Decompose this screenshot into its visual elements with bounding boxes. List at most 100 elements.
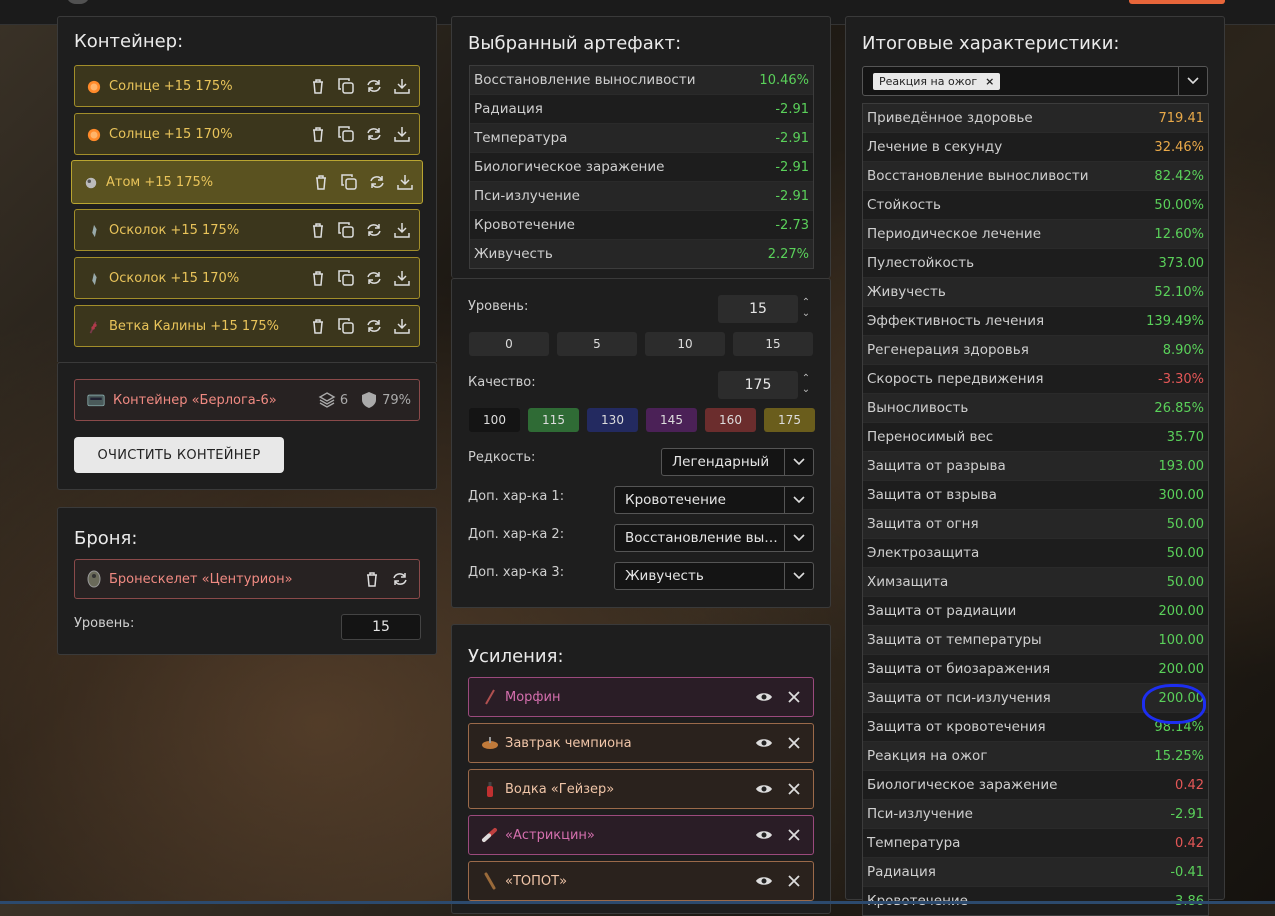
rarity-label: Редкость: <box>468 450 536 465</box>
copy-icon[interactable] <box>337 125 355 143</box>
boost-label: «ТОПОТ» <box>505 873 568 889</box>
trash-icon[interactable] <box>309 269 327 287</box>
copy-icon[interactable] <box>337 317 355 335</box>
stat-value: 200.00 <box>1158 603 1205 619</box>
top-orange-button[interactable] <box>1129 0 1225 4</box>
pill-icon <box>481 826 499 844</box>
stat-name: Защита от огня <box>867 516 979 532</box>
stat-value: 52.10% <box>1154 284 1204 300</box>
quality-button[interactable]: 175 <box>764 408 815 432</box>
boost-item[interactable]: Завтрак чемпиона <box>468 723 814 763</box>
refresh-icon[interactable] <box>365 317 383 335</box>
totals-filter-select[interactable]: Реакция на ожог × <box>862 66 1208 96</box>
quality-input[interactable]: 175 <box>718 371 798 399</box>
stat-value: 0.42 <box>1175 777 1204 793</box>
refresh-icon[interactable] <box>365 269 383 287</box>
eye-icon[interactable] <box>755 688 773 706</box>
trash-icon[interactable] <box>309 125 327 143</box>
container-slot[interactable]: Ветка Калины +15 175% <box>74 305 420 347</box>
quality-button[interactable]: 160 <box>705 408 756 432</box>
artifact-level-stepper[interactable]: ⌃ ⌄ <box>800 297 812 319</box>
extra1-select[interactable]: Кровотечение <box>614 486 814 514</box>
trash-icon[interactable] <box>312 173 330 191</box>
extra2-select[interactable]: Восстановление выносливости <box>614 524 814 552</box>
download-icon[interactable] <box>393 317 411 335</box>
download-icon[interactable] <box>393 77 411 95</box>
stat-value: 193.00 <box>1158 458 1205 474</box>
filter-tag[interactable]: Реакция на ожог × <box>873 72 1001 90</box>
container-item[interactable]: Контейнер «Берлога-6» 6 79% <box>74 379 420 421</box>
eye-icon[interactable] <box>755 826 773 844</box>
close-icon[interactable] <box>785 826 803 844</box>
trash-icon[interactable] <box>363 570 381 588</box>
armor-level-input[interactable]: 15 <box>341 614 421 640</box>
artifact-level-input[interactable]: 15 <box>718 295 798 323</box>
copy-icon[interactable] <box>337 221 355 239</box>
stat-value: 32.46% <box>1154 139 1204 155</box>
level-button[interactable]: 15 <box>733 332 813 356</box>
stat-value: 2.27% <box>767 246 809 262</box>
stat-name: Восстановление выносливости <box>867 168 1089 184</box>
refresh-icon[interactable] <box>391 570 409 588</box>
level-button[interactable]: 5 <box>557 332 637 356</box>
close-icon[interactable] <box>785 780 803 798</box>
quality-button[interactable]: 100 <box>469 408 520 432</box>
stat-value: -2.91 <box>1170 806 1204 822</box>
boost-item[interactable]: «ТОПОТ» <box>468 861 814 901</box>
quality-button[interactable]: 115 <box>528 408 579 432</box>
boost-item[interactable]: «Астрикцин» <box>468 815 814 855</box>
rarity-select[interactable]: Легендарный <box>661 448 814 476</box>
refresh-icon[interactable] <box>365 77 383 95</box>
eye-icon[interactable] <box>755 780 773 798</box>
stick-icon <box>481 872 499 890</box>
trash-icon[interactable] <box>309 317 327 335</box>
eye-icon[interactable] <box>755 734 773 752</box>
quality-button[interactable]: 145 <box>646 408 697 432</box>
quality-stepper[interactable]: ⌃ ⌄ <box>800 373 812 395</box>
boost-actions <box>755 688 803 706</box>
copy-icon[interactable] <box>337 77 355 95</box>
eye-icon[interactable] <box>755 872 773 890</box>
quality-button[interactable]: 130 <box>587 408 638 432</box>
close-icon[interactable] <box>785 734 803 752</box>
stat-row: Радиация -2.91 <box>470 94 813 123</box>
container-info-panel: Контейнер «Берлога-6» 6 79% ОЧИСТИТЬ КОН… <box>57 362 437 490</box>
stat-value: 12.60% <box>1154 226 1204 242</box>
armor-item[interactable]: Бронескелет «Центурион» <box>74 559 420 599</box>
container-slot[interactable]: Атом +15 175% <box>71 160 423 204</box>
refresh-icon[interactable] <box>368 173 386 191</box>
download-icon[interactable] <box>396 173 414 191</box>
level-buttons: 0 5 10 15 <box>469 332 813 356</box>
close-icon[interactable] <box>785 872 803 890</box>
clear-container-button[interactable]: ОЧИСТИТЬ КОНТЕЙНЕР <box>74 437 284 473</box>
slot-label: Атом +15 175% <box>106 174 214 190</box>
slot-label: Солнце +15 175% <box>109 78 233 94</box>
container-slot[interactable]: Солнце +15 175% <box>74 65 420 107</box>
boost-item[interactable]: Морфин <box>468 677 814 717</box>
container-slot[interactable]: Осколок +15 170% <box>74 257 420 299</box>
trash-icon[interactable] <box>309 221 327 239</box>
viburnum-branch-icon <box>87 319 101 334</box>
download-icon[interactable] <box>393 221 411 239</box>
container-slot[interactable]: Осколок +15 175% <box>74 209 420 251</box>
close-icon[interactable] <box>785 688 803 706</box>
close-icon[interactable]: × <box>985 75 994 88</box>
download-icon[interactable] <box>393 269 411 287</box>
stat-name: Защита от кровотечения <box>867 719 1046 735</box>
artifact-stats-table: Восстановление выносливости 10.46% Радиаци… <box>469 65 814 269</box>
copy-icon[interactable] <box>340 173 358 191</box>
container-box-icon <box>85 391 107 409</box>
download-icon[interactable] <box>393 125 411 143</box>
stat-row: Пси-излучение -2.91 <box>863 799 1208 828</box>
trash-icon[interactable] <box>309 77 327 95</box>
boost-item[interactable]: Водка «Гейзер» <box>468 769 814 809</box>
level-button[interactable]: 10 <box>645 332 725 356</box>
totals-stats-table: Приведённое здоровье 719.41 Лечение в секу… <box>862 103 1209 916</box>
container-slot[interactable]: Солнце +15 170% <box>74 113 420 155</box>
level-button[interactable]: 0 <box>469 332 549 356</box>
container-name: Контейнер «Берлога-6» <box>113 392 277 408</box>
refresh-icon[interactable] <box>365 125 383 143</box>
extra3-select[interactable]: Живучесть <box>614 562 814 590</box>
refresh-icon[interactable] <box>365 221 383 239</box>
copy-icon[interactable] <box>337 269 355 287</box>
